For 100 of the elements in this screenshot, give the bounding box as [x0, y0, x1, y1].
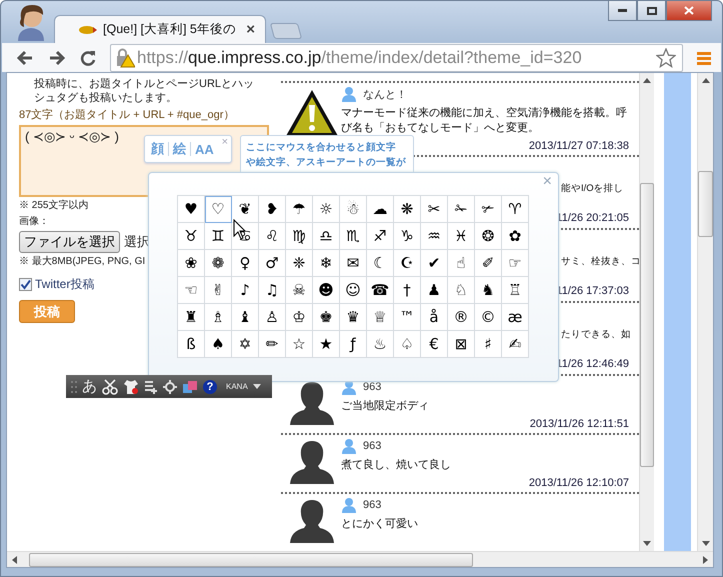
symbol-cell[interactable]: © — [475, 304, 502, 331]
browser-tab[interactable]: [Que!] [大喜利] 5年後の × — [54, 15, 266, 43]
symbol-cell[interactable]: ™ — [394, 304, 421, 331]
choose-file-button[interactable]: ファイルを選択 — [19, 231, 120, 253]
symbol-cell[interactable]: ♙ — [259, 304, 286, 331]
symbol-cell[interactable]: ✿ — [502, 223, 529, 250]
symbol-cell[interactable]: ♈ — [502, 196, 529, 223]
symbol-cell[interactable]: ✃ — [475, 196, 502, 223]
scroll-up-icon[interactable] — [643, 78, 651, 83]
symbol-cell[interactable]: ♤ — [394, 331, 421, 358]
symbol-cell[interactable]: ƒ — [340, 331, 367, 358]
symbol-cell[interactable]: € — [421, 331, 448, 358]
symbol-cell[interactable]: ✡ — [232, 331, 259, 358]
symbol-cell[interactable]: ✏ — [259, 331, 286, 358]
minimize-button[interactable] — [608, 1, 637, 21]
scroll-left-icon[interactable] — [12, 556, 17, 564]
symbol-cell[interactable]: æ — [502, 304, 529, 331]
symbol-cell[interactable]: ❀ — [178, 250, 205, 277]
list-icon[interactable] — [144, 380, 158, 394]
symbol-cell[interactable]: ♜ — [178, 304, 205, 331]
symbol-cell[interactable]: ♍ — [286, 223, 313, 250]
symbol-cell[interactable]: ♟ — [421, 277, 448, 304]
symbol-cell[interactable]: ☻ — [313, 277, 340, 304]
symbol-cell[interactable]: ❈ — [286, 250, 313, 277]
horizontal-scrollbar[interactable] — [7, 551, 713, 567]
scroll-thumb[interactable] — [640, 183, 654, 467]
help-button[interactable]: ? — [203, 380, 217, 394]
forward-icon[interactable] — [48, 50, 66, 66]
symbol-cell[interactable]: ♠ — [205, 331, 232, 358]
shirt-icon[interactable] — [123, 378, 139, 394]
symbol-cell[interactable]: ❄ — [313, 250, 340, 277]
symbol-cell[interactable]: ♒ — [421, 223, 448, 250]
caret-icon[interactable] — [252, 384, 261, 389]
symbol-cell[interactable]: ☞ — [502, 250, 529, 277]
symbol-cell[interactable]: ❥ — [259, 196, 286, 223]
symbol-cell[interactable]: ❂ — [475, 223, 502, 250]
symbol-cell[interactable]: ♥ — [178, 196, 205, 223]
symbol-cell[interactable]: ☎ — [367, 277, 394, 304]
tab-close-button[interactable]: × — [246, 21, 255, 38]
symbol-cell[interactable]: ☪ — [394, 250, 421, 277]
symbol-cell[interactable]: ® — [448, 304, 475, 331]
symbol-cell[interactable]: ✌ — [205, 277, 232, 304]
symbol-cell[interactable]: ☃ — [340, 196, 367, 223]
symbol-cell[interactable]: ♀ — [232, 250, 259, 277]
symbol-cell[interactable]: † — [394, 277, 421, 304]
symbol-cell[interactable]: ♘ — [448, 277, 475, 304]
symbol-cell[interactable]: ✔ — [421, 250, 448, 277]
symbol-cell[interactable]: ♞ — [475, 277, 502, 304]
back-icon[interactable] — [16, 50, 34, 66]
kana-mode-button[interactable]: KANA — [226, 382, 248, 391]
symbol-cell[interactable]: ☁ — [367, 196, 394, 223]
symbol-cell[interactable]: ♫ — [259, 277, 286, 304]
symbol-cell[interactable]: ✉ — [340, 250, 367, 277]
toolbox-icon[interactable] — [182, 380, 198, 394]
menu-icon[interactable] — [697, 50, 711, 64]
symbol-cell[interactable]: ♡ — [205, 196, 232, 223]
scissors-icon[interactable] — [102, 378, 118, 394]
symbol-cell[interactable]: ♕ — [367, 304, 394, 331]
symbol-cell[interactable]: ♌ — [259, 223, 286, 250]
scroll-thumb[interactable] — [698, 171, 713, 237]
star-icon[interactable] — [656, 48, 676, 68]
symbol-cell[interactable]: ♓ — [448, 223, 475, 250]
maximize-button[interactable] — [637, 1, 666, 21]
symbol-cell[interactable]: ♑ — [394, 223, 421, 250]
scroll-down-icon[interactable] — [643, 541, 651, 546]
symbol-cell[interactable]: ☾ — [367, 250, 394, 277]
symbol-cell[interactable]: ✐ — [475, 250, 502, 277]
symbol-cell[interactable]: ♊ — [205, 223, 232, 250]
symbol-cell[interactable]: ☠ — [286, 277, 313, 304]
symbol-cell[interactable]: ß — [178, 331, 205, 358]
symbol-cell[interactable]: ♉ — [178, 223, 205, 250]
symbol-cell[interactable]: å — [421, 304, 448, 331]
symbol-cell[interactable]: ⊠ — [448, 331, 475, 358]
grip-icon[interactable] — [71, 380, 77, 394]
symbol-cell[interactable]: ✁ — [448, 196, 475, 223]
symbol-cell[interactable]: ★ — [313, 331, 340, 358]
symbol-cell[interactable]: ♪ — [232, 277, 259, 304]
symbol-cell[interactable]: ☜ — [178, 277, 205, 304]
symbol-cell[interactable]: ✂ — [421, 196, 448, 223]
scroll-thumb[interactable] — [29, 552, 473, 566]
symbol-cell[interactable]: ♏ — [340, 223, 367, 250]
symbol-cell[interactable]: ♛ — [340, 304, 367, 331]
symbol-cell[interactable]: ♚ — [313, 304, 340, 331]
symbol-cell[interactable]: ♐ — [367, 223, 394, 250]
symbol-cell[interactable]: ❁ — [205, 250, 232, 277]
scrollbar[interactable] — [697, 73, 713, 551]
symbol-cell[interactable]: ☝ — [448, 250, 475, 277]
symbol-cell[interactable]: ♝ — [232, 304, 259, 331]
symbol-cell[interactable]: ✍ — [502, 331, 529, 358]
twitter-checkbox[interactable] — [19, 278, 32, 291]
symbol-cell[interactable]: ♗ — [205, 304, 232, 331]
symbol-cell[interactable]: ♎ — [313, 223, 340, 250]
address-bar[interactable]: https://que.impress.co.jp/theme/index/detail?theme_id=320 — [110, 44, 683, 72]
scroll-right-icon[interactable] — [703, 556, 708, 564]
symbol-cell[interactable]: ♖ — [502, 277, 529, 304]
scrollbar[interactable] — [639, 73, 654, 551]
input-mode-button[interactable]: あ — [82, 377, 97, 396]
symbol-cell[interactable]: ♂ — [259, 250, 286, 277]
symbol-cell[interactable]: ♨ — [367, 331, 394, 358]
symbol-cell[interactable]: ☺ — [340, 277, 367, 304]
